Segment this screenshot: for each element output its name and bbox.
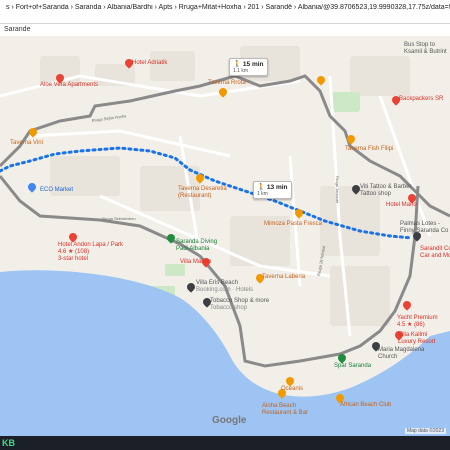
map-canvas[interactable]: Rruga Sejfai Hoxha Rruga Skënderbeu Rrug… [0,36,450,436]
place-label[interactable]: Viti Tattoo & Barber Tattoo shop [360,184,411,198]
svg-text:Rruga Jonianët: Rruga Jonianët [335,176,340,204]
place-label[interactable]: Sarandit Co Car and Mo [420,246,450,260]
browser-address-bar[interactable]: s › Fort+of+Saranda › Saranda › Albania/… [0,0,450,24]
place-label: Booking.com · Hotels [196,287,254,293]
place-label[interactable]: African Beach Club [340,402,391,409]
route-time: 15 min [242,61,264,68]
svg-text:Rruga 28 Nëntori: Rruga 28 Nëntori [316,245,326,276]
place-label[interactable]: Bus Stop to Ksamil & Butrint [404,42,447,56]
svg-text:Rruga Sejfai Hoxha: Rruga Sejfai Hoxha [91,113,127,123]
app-taskbar-icon[interactable]: KB [2,437,18,449]
taskbar: KB [0,436,450,450]
place-label[interactable]: Palmas Lotes - Finny Saranda Co [400,221,448,235]
place-label[interactable]: Taverna Vini [10,140,43,147]
place-label[interactable]: Hotel Andon Lapa / Park 4.6 ★ (108) 3-st… [58,242,123,263]
place-label[interactable]: Villa Marino [180,259,211,266]
place-label: Tobacco shop [210,305,248,311]
map-attribution[interactable]: Map data ©2023 [404,428,446,434]
place-label[interactable]: Maria Magdalena Church [378,347,424,361]
map-header: Sarande [0,24,450,36]
place-label[interactable]: Taverna Rrota [208,80,246,87]
place-label[interactable]: Aloha Beach Restaurant & Bar [262,403,308,417]
place-label[interactable]: Yacht Premium 4.5 ★ (86) [397,315,438,329]
walk-icon: 🚶 [257,184,266,191]
route-time-bubble[interactable]: 🚶 15 min 1.1 km [229,58,268,76]
place-label[interactable]: Oceanis [281,386,303,393]
place-label[interactable]: Villa Kallmi Luxury Resort [398,332,435,346]
place-label[interactable]: Saranda Diving Padi Albania [176,239,217,253]
place-label[interactable]: Mimoza Pasta Fresca [264,221,322,228]
route-distance: 1.1 km [233,68,249,74]
place-label[interactable]: Taverna Fish Filipi [345,146,393,153]
route-time-bubble[interactable]: 🚶 13 min 1 km [253,181,292,199]
place-label[interactable]: Backpackers SR [399,96,443,103]
svg-text:Rruga Skënderbeu: Rruga Skënderbeu [102,216,136,221]
route-distance: 1 km [257,191,268,197]
place-label[interactable]: Hotel Adriatik [132,60,167,67]
place-label[interactable]: Hotel Mario [386,202,417,209]
place-label[interactable]: Aloe Vera Apartments [40,82,98,89]
walk-icon: 🚶 [233,61,242,68]
google-logo: Google [212,415,247,426]
map-location-title: Sarande [4,26,31,33]
map-drawing: Rruga Sejfai Hoxha Rruga Skënderbeu Rrug… [0,46,450,436]
place-label[interactable]: Spar Saranda [334,363,371,370]
place-label[interactable]: Villa Eris Beach [196,280,238,287]
route-time: 13 min [266,184,288,191]
url-text[interactable]: s › Fort+of+Saranda › Saranda › Albania/… [6,4,450,11]
place-label[interactable]: Taverna Desaretia (Restaurant) [178,186,227,200]
place-label[interactable]: Taverna Laberia [262,274,305,281]
place-label[interactable]: Tobacco Shop & more [210,298,269,305]
place-label[interactable]: ECO Market [40,187,73,194]
